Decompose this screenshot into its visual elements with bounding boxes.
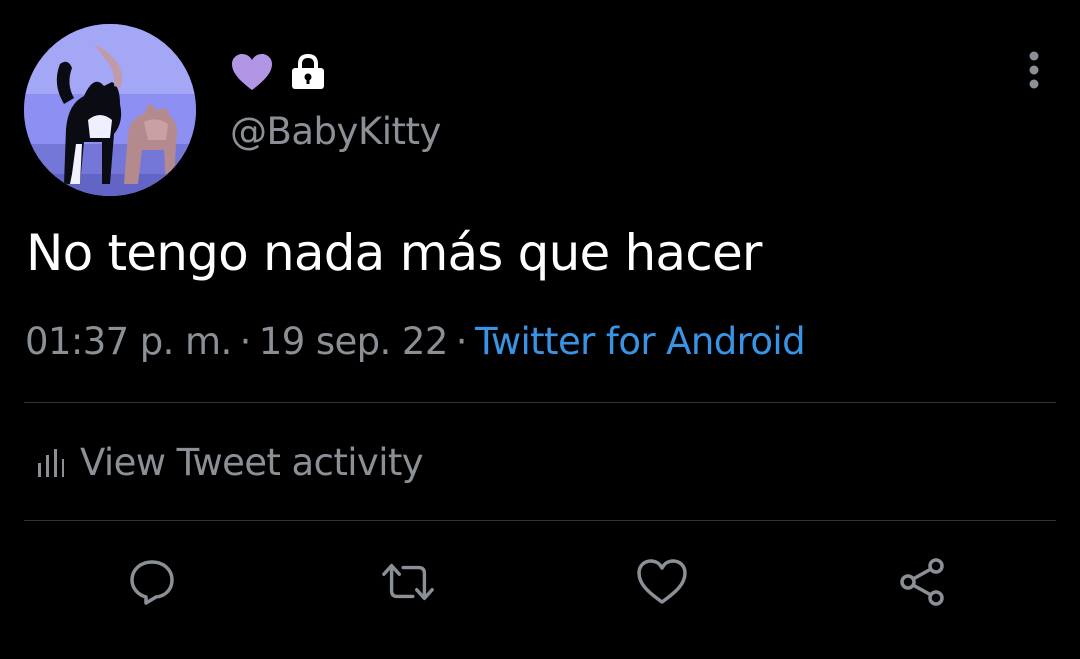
share-button[interactable]	[894, 554, 950, 610]
tweet-meta: 01:37 p. m. · 19 sep. 22 · Twitter for Andro…	[25, 320, 806, 363]
view-tweet-activity-label: View Tweet activity	[80, 440, 424, 484]
view-tweet-activity-button[interactable]: View Tweet activity	[36, 438, 424, 486]
tweet-date: 19 sep. 22	[258, 320, 449, 363]
reply-button[interactable]	[124, 554, 180, 610]
more-vertical-icon	[1029, 51, 1039, 89]
share-icon	[900, 558, 944, 606]
retweet-icon	[382, 563, 434, 601]
user-handle[interactable]: @BabyKitty	[230, 110, 441, 153]
avatar[interactable]	[24, 24, 196, 196]
tweet-text: No tengo nada más que hacer	[26, 224, 762, 282]
tweet-detail: @BabyKitty No tengo nada más que hacer 0…	[0, 0, 1080, 659]
lock-icon	[292, 53, 324, 89]
bar-chart-icon	[38, 449, 64, 477]
heart-outline-icon	[637, 559, 687, 604]
reply-bubble-icon	[130, 560, 174, 605]
divider	[24, 520, 1056, 521]
more-options-button[interactable]	[1014, 48, 1054, 92]
tweet-time: 01:37 p. m.	[25, 320, 232, 363]
cat-photo-avatar	[24, 24, 196, 196]
display-name-badges	[230, 52, 326, 92]
purple-heart-icon	[232, 54, 272, 90]
divider	[24, 402, 1056, 403]
tweet-source-link[interactable]: Twitter for Android	[475, 320, 806, 363]
like-button[interactable]	[634, 554, 690, 610]
meta-separator: ·	[239, 320, 252, 363]
meta-separator: ·	[455, 320, 468, 363]
retweet-button[interactable]	[380, 554, 436, 610]
